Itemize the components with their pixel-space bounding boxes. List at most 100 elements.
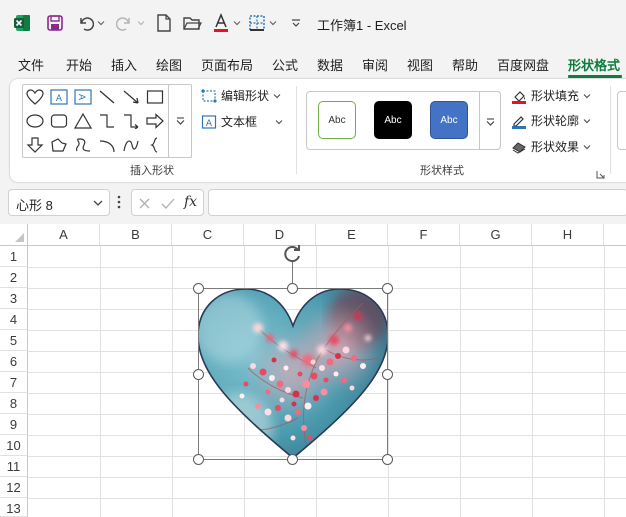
- shape-effects-icon: [512, 141, 526, 154]
- shape-gallery-more-button[interactable]: [168, 84, 192, 158]
- shape-style-swatch-blue[interactable]: Abc: [430, 101, 468, 139]
- freeform-shape-icon[interactable]: [48, 134, 70, 156]
- row-header-8[interactable]: 8: [0, 393, 28, 414]
- tab-view[interactable]: 视图: [407, 55, 433, 74]
- vertical-textbox-shape-icon[interactable]: A: [72, 86, 94, 108]
- cancel-icon[interactable]: [138, 197, 151, 210]
- column-header-e[interactable]: E: [316, 224, 388, 246]
- resize-handle-top-left[interactable]: [193, 283, 204, 294]
- row-header-7[interactable]: 7: [0, 372, 28, 393]
- shape-fill-label: 形状填充: [531, 89, 580, 103]
- insert-function-button[interactable]: fx: [184, 194, 197, 210]
- open-folder-icon[interactable]: [181, 12, 203, 34]
- shape-effects-button[interactable]: 形状效果: [511, 138, 591, 155]
- undo-dropdown-icon[interactable]: [97, 12, 105, 34]
- triangle-shape-icon[interactable]: [72, 110, 94, 132]
- shape-style-swatch-outline-green[interactable]: Abc: [318, 101, 356, 139]
- undo-icon[interactable]: [74, 12, 96, 34]
- curve-shape-icon[interactable]: [120, 134, 142, 156]
- borders-icon[interactable]: [247, 12, 267, 34]
- font-color-dropdown-icon[interactable]: [233, 12, 241, 34]
- tab-review[interactable]: 审阅: [362, 55, 388, 74]
- row-header-9[interactable]: 9: [0, 414, 28, 435]
- row-header-5[interactable]: 5: [0, 330, 28, 351]
- paint-bucket-icon: [512, 90, 526, 104]
- heart-shape-icon[interactable]: [24, 86, 46, 108]
- customize-toolbar-icon[interactable]: [289, 12, 303, 34]
- line-shape-icon[interactable]: [96, 86, 118, 108]
- resize-handle-bottom-left[interactable]: [193, 454, 204, 465]
- shape-styles-group-label: 形状样式: [420, 165, 464, 177]
- tab-page-layout[interactable]: 页面布局: [201, 55, 253, 74]
- shape-fill-button[interactable]: 形状填充: [511, 87, 591, 104]
- brace-shape-icon[interactable]: [144, 134, 166, 156]
- textbox-shape-icon[interactable]: A: [48, 86, 70, 108]
- tab-baidu-netdisk[interactable]: 百度网盘: [497, 55, 549, 74]
- row-header-6[interactable]: 6: [0, 351, 28, 372]
- resize-handle-top-right[interactable]: [382, 283, 393, 294]
- column-header-h[interactable]: H: [532, 224, 604, 246]
- row-header-13[interactable]: 13: [0, 498, 28, 517]
- column-header-g[interactable]: G: [460, 224, 532, 246]
- row-header-3[interactable]: 3: [0, 288, 28, 309]
- row-header-2[interactable]: 2: [0, 267, 28, 288]
- rounded-rectangle-shape-icon[interactable]: [48, 110, 70, 132]
- resize-handle-bottom[interactable]: [287, 454, 298, 465]
- tab-file[interactable]: 文件: [18, 55, 44, 74]
- font-color-icon[interactable]: [211, 12, 231, 34]
- tab-insert[interactable]: 插入: [111, 55, 137, 74]
- arrow-line-shape-icon[interactable]: [120, 86, 142, 108]
- resize-handle-bottom-right[interactable]: [382, 454, 393, 465]
- down-arrow-shape-icon[interactable]: [24, 134, 46, 156]
- tab-formulas[interactable]: 公式: [272, 55, 298, 74]
- wordart-gallery[interactable]: [617, 91, 626, 150]
- edit-shape-button[interactable]: 编辑形状: [201, 87, 281, 104]
- right-arrow-shape-icon[interactable]: [144, 110, 166, 132]
- rectangle-shape-icon[interactable]: [144, 86, 166, 108]
- tab-shape-format[interactable]: 形状格式: [568, 55, 620, 74]
- column-header-d[interactable]: D: [244, 224, 316, 246]
- more-options-icon[interactable]: [117, 195, 121, 214]
- save-icon[interactable]: [44, 12, 66, 34]
- arc-shape-icon[interactable]: [96, 134, 118, 156]
- redo-dropdown-icon[interactable]: [137, 12, 145, 34]
- elbow-connector-shape-icon[interactable]: [96, 110, 118, 132]
- shape-style-swatch-black[interactable]: Abc: [374, 101, 412, 139]
- enter-check-icon[interactable]: [161, 197, 175, 210]
- redo-icon[interactable]: [114, 12, 136, 34]
- column-header-partial[interactable]: [604, 224, 626, 246]
- column-header-b[interactable]: B: [100, 224, 172, 246]
- borders-dropdown-icon[interactable]: [269, 12, 277, 34]
- textbox-button[interactable]: A 文本框: [201, 113, 283, 130]
- chevron-down-icon: [275, 119, 283, 124]
- shape-outline-button[interactable]: 形状轮廓: [511, 112, 591, 129]
- row-header-4[interactable]: 4: [0, 309, 28, 330]
- shape-style-more-button[interactable]: [479, 91, 501, 150]
- name-box[interactable]: 心形 8: [8, 189, 110, 216]
- scribble-shape-icon[interactable]: [72, 134, 94, 156]
- row-header-1[interactable]: 1: [0, 246, 28, 267]
- svg-text:A: A: [206, 119, 213, 129]
- chevron-down-icon: [583, 118, 591, 123]
- rotate-handle-icon[interactable]: [283, 244, 303, 269]
- elbow-arrow-connector-shape-icon[interactable]: [120, 110, 142, 132]
- row-header-10[interactable]: 10: [0, 435, 28, 456]
- tab-home[interactable]: 开始: [66, 55, 92, 74]
- row-header-11[interactable]: 11: [0, 456, 28, 477]
- resize-handle-right[interactable]: [382, 369, 393, 380]
- heart-shape[interactable]: [198, 288, 388, 460]
- row-header-12[interactable]: 12: [0, 477, 28, 498]
- resize-handle-left[interactable]: [193, 369, 204, 380]
- formula-input[interactable]: [208, 189, 626, 216]
- resize-handle-top[interactable]: [287, 283, 298, 294]
- tab-draw[interactable]: 绘图: [156, 55, 182, 74]
- column-header-f[interactable]: F: [388, 224, 460, 246]
- column-header-a[interactable]: A: [28, 224, 100, 246]
- tab-data[interactable]: 数据: [317, 55, 343, 74]
- column-header-c[interactable]: C: [172, 224, 244, 246]
- select-all-corner[interactable]: [0, 224, 28, 246]
- dialog-launcher-icon[interactable]: [596, 166, 605, 184]
- tab-help[interactable]: 帮助: [452, 55, 478, 74]
- oval-shape-icon[interactable]: [24, 110, 46, 132]
- new-file-icon[interactable]: [154, 12, 174, 34]
